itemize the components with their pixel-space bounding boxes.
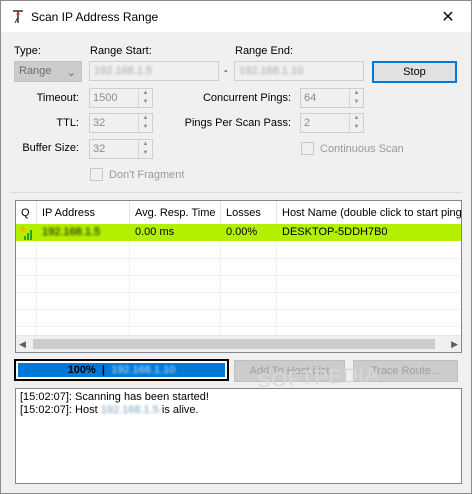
table-row[interactable]: 192.168.1.5 0.00 ms 0.00% DESKTOP-5DDH7B… [16,224,461,241]
timeout-value: 1500 [93,92,118,104]
pings-per-pass-spinner[interactable]: 2 ▲ ▼ [300,113,364,133]
continuous-scan-checkbox[interactable]: Continuous Scan [301,142,404,155]
scan-progress-bar: 100% | 192.168.1.10 [14,359,229,381]
grid-line [16,309,461,310]
continuous-scan-label: Continuous Scan [320,142,404,155]
scroll-right-icon[interactable]: ▶ [451,339,458,350]
buffer-size-value: 32 [93,143,106,155]
type-select-value: Range [19,65,52,77]
range-start-label: Range Start: [90,45,152,57]
scroll-left-icon[interactable]: ◀ [19,339,26,350]
ttl-value: 32 [93,117,106,129]
horizontal-scrollbar[interactable]: ◀ ▶ [16,335,461,352]
grid-line [16,326,461,327]
pings-per-pass-value: 2 [304,117,311,129]
column-header-host[interactable]: Host Name (double click to start ping) [277,201,462,224]
checkbox-box[interactable] [90,168,103,181]
chevron-down-icon: ⌄ [66,67,76,79]
range-end-value: 192.168.1.10 [239,65,304,77]
concurrent-pings-spinner[interactable]: 64 ▲ ▼ [300,88,364,108]
ttl-label: TTL: [56,117,79,129]
range-separator: - [224,65,228,77]
type-select[interactable]: Range ⌄ [14,61,82,82]
window-title: Scan IP Address Range [31,10,159,24]
grid-line [220,224,221,352]
spinner-arrows-icon[interactable]: ▲ ▼ [138,140,152,158]
log-text: [15:02:07]: Scanning has been started! [20,391,209,403]
progress-current-ip: 192.168.1.10 [111,364,176,376]
scan-log[interactable]: [15:02:07]: Scanning has been started! [… [15,388,462,484]
dont-fragment-label: Don't Fragment [109,168,185,181]
grid-line [16,258,461,259]
concurrent-pings-label: Concurrent Pings: [202,92,291,104]
checkbox-box[interactable] [301,142,314,155]
row-host-name: DESKTOP-5DDH7B0 [282,226,388,238]
column-header-losses[interactable]: Losses [221,201,277,224]
log-suffix: is alive. [158,404,199,416]
results-table[interactable]: Q IP Address Avg. Resp. Time Losses Host… [15,200,462,353]
row-ip: 192.168.1.5 [42,226,101,238]
row-losses: 0.00% [226,226,258,238]
ttl-spinner[interactable]: 32 ▲ ▼ [89,113,153,133]
timeout-spinner[interactable]: 1500 ▲ ▼ [89,88,153,108]
grid-line [129,224,130,352]
scrollbar-thumb[interactable] [33,339,435,349]
signal-strength-icon [19,225,32,240]
range-end-input[interactable]: 192.168.1.10 [234,61,364,81]
stop-button[interactable]: Stop [372,61,457,83]
range-start-value: 192.168.1.5 [94,65,153,77]
scan-window: Scan IP Address Range ✕ Type: Range ⌄ Ra… [0,0,472,494]
log-ip: 192.168.1.5 [100,404,159,416]
buffer-size-spinner[interactable]: 32 ▲ ▼ [89,139,153,159]
grid-line [16,275,461,276]
log-line: [15:02:07]: Scanning has been started! [20,391,457,404]
close-icon: ✕ [441,8,455,26]
antenna-icon [13,10,23,24]
log-prefix: [15:02:07]: Host [20,404,101,416]
table-header: Q IP Address Avg. Resp. Time Losses Host… [16,201,462,224]
buffer-size-label: Buffer Size: [22,142,79,154]
column-header-resp[interactable]: Avg. Resp. Time [130,201,221,224]
range-end-label: Range End: [235,45,294,57]
close-button[interactable]: ✕ [425,1,471,32]
spinner-arrows-icon[interactable]: ▲ ▼ [349,114,363,132]
grid-line [36,224,37,352]
spinner-arrows-icon[interactable]: ▲ ▼ [138,114,152,132]
range-start-input[interactable]: 192.168.1.5 [89,61,219,81]
progress-text: 100% | 192.168.1.10 [67,364,176,376]
type-label: Type: [14,45,41,57]
dont-fragment-checkbox[interactable]: Don't Fragment [90,168,184,181]
column-header-q[interactable]: Q [16,201,37,224]
timeout-label: Timeout: [36,92,79,104]
progress-percent: 100% [67,364,96,376]
section-divider [10,192,462,193]
pings-per-pass-label: Pings Per Scan Pass: [184,117,291,129]
grid-line [276,224,277,352]
row-resp-time: 0.00 ms [135,226,175,238]
spinner-arrows-icon[interactable]: ▲ ▼ [349,89,363,107]
log-line: [15:02:07]: Host 192.168.1.5 is alive. [20,404,457,417]
spinner-arrows-icon[interactable]: ▲ ▼ [138,89,152,107]
concurrent-pings-value: 64 [304,92,317,104]
column-header-ip[interactable]: IP Address [37,201,130,224]
title-bar[interactable]: Scan IP Address Range ✕ [1,1,471,32]
grid-line [16,292,461,293]
